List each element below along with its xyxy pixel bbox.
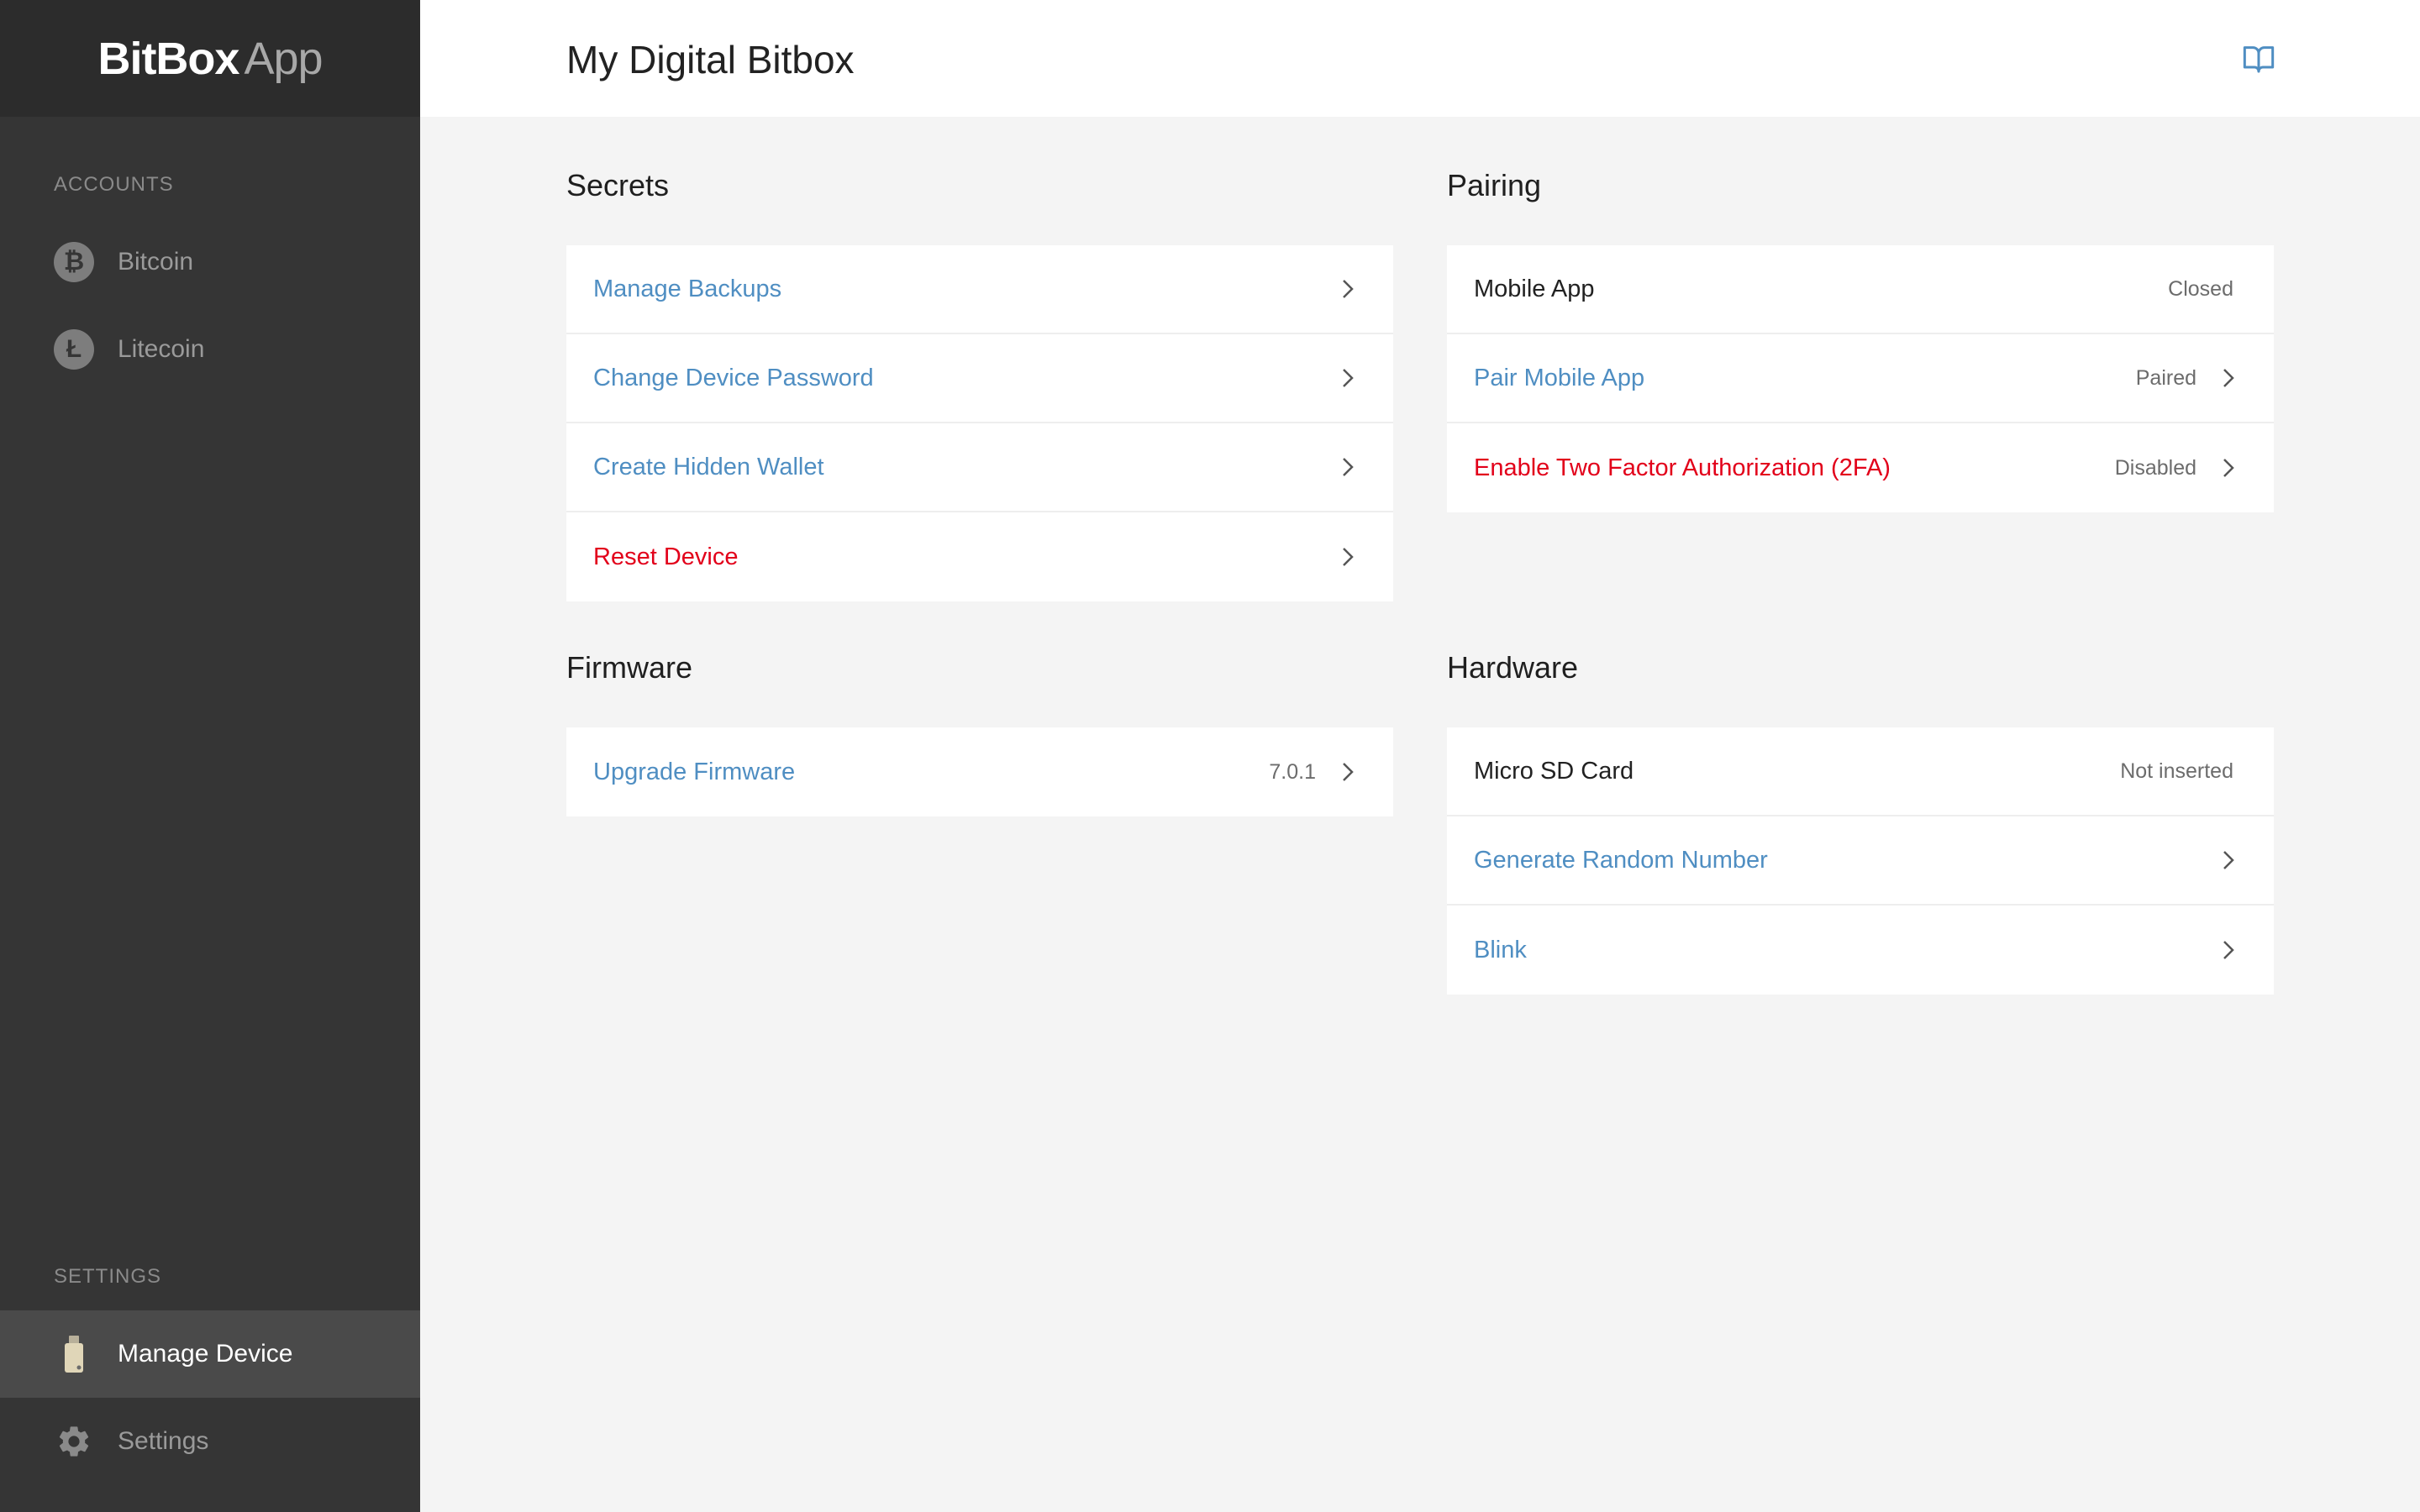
sidebar-item-settings[interactable]: Settings [0, 1398, 420, 1485]
row-label: Pair Mobile App [1474, 364, 1645, 391]
chevron-right-icon [1339, 455, 1356, 479]
hardware-card: Micro SD Card Not inserted Generate Rand… [1447, 727, 2274, 995]
row-label: Mobile App [1474, 275, 1595, 302]
firmware-card: Upgrade Firmware 7.0.1 [566, 727, 1393, 816]
upgrade-firmware-row[interactable]: Upgrade Firmware 7.0.1 [566, 727, 1393, 816]
pairing-section: Pairing Mobile App Closed Pair Mobile Ap… [1447, 168, 2274, 512]
generate-random-number-row[interactable]: Generate Random Number [1447, 816, 2274, 906]
sidebar-item-label: Settings [118, 1427, 209, 1455]
blink-row[interactable]: Blink [1447, 906, 2274, 995]
row-label: Change Device Password [593, 364, 874, 391]
row-label: Generate Random Number [1474, 846, 1768, 874]
manage-backups-row[interactable]: Manage Backups [566, 245, 1393, 334]
gear-icon [54, 1421, 94, 1462]
reset-device-row[interactable]: Reset Device [566, 512, 1393, 601]
row-label: Reset Device [593, 543, 739, 570]
row-label: Create Hidden Wallet [593, 453, 824, 480]
accounts-section-label: ACCOUNTS [54, 173, 174, 196]
secrets-card: Manage Backups Change Device Password Cr… [566, 245, 1393, 601]
firmware-version: 7.0.1 [1269, 759, 1316, 784]
row-label: Upgrade Firmware [593, 758, 796, 785]
create-hidden-wallet-row[interactable]: Create Hidden Wallet [566, 423, 1393, 512]
chevron-right-icon [2220, 938, 2237, 962]
section-title: Secrets [566, 168, 670, 202]
chevron-right-icon [2220, 456, 2237, 480]
settings-section-label: SETTINGS [54, 1265, 162, 1288]
row-label: Enable Two Factor Authorization (2FA) [1474, 454, 1891, 481]
change-password-row[interactable]: Change Device Password [566, 334, 1393, 423]
section-title: Hardware [1447, 650, 1579, 685]
page-header: My Digital Bitbox [420, 0, 2420, 117]
sidebar-item-label: Litecoin [118, 335, 205, 363]
pair-mobile-app-row[interactable]: Pair Mobile App Paired [1447, 334, 2274, 423]
litecoin-icon: Ł [54, 329, 94, 370]
pairing-card: Mobile App Closed Pair Mobile App Paired… [1447, 245, 2274, 512]
sidebar: BitBox App ACCOUNTS ₿ Bitcoin Ł Litecoin… [0, 0, 420, 1512]
mobile-app-row: Mobile App Closed [1447, 245, 2274, 334]
brand-suffix: App [244, 33, 323, 84]
status-value: Disabled [2114, 455, 2196, 480]
chevron-right-icon [1339, 760, 1356, 784]
row-label: Manage Backups [593, 275, 782, 302]
brand-name: BitBox [97, 33, 239, 84]
secrets-section: Secrets Manage Backups Change Device Pas… [566, 168, 1393, 601]
sidebar-item-manage-device[interactable]: Manage Device [0, 1310, 420, 1398]
row-label: Blink [1474, 936, 1527, 963]
enable-2fa-row[interactable]: Enable Two Factor Authorization (2FA) Di… [1447, 423, 2274, 512]
bitcoin-icon: ₿ [54, 242, 94, 282]
sidebar-item-label: Manage Device [118, 1340, 293, 1368]
sidebar-item-label: Bitcoin [118, 248, 194, 276]
section-title: Firmware [566, 650, 692, 685]
status-value: Paired [2135, 365, 2196, 390]
sidebar-item-bitcoin[interactable]: ₿ Bitcoin [0, 218, 420, 306]
hardware-section: Hardware Micro SD Card Not inserted Gene… [1447, 650, 2274, 995]
status-value: Not inserted [2120, 759, 2233, 783]
book-icon[interactable] [2242, 42, 2275, 76]
chevron-right-icon [2220, 848, 2237, 872]
page-title: My Digital Bitbox [566, 38, 855, 81]
sidebar-item-litecoin[interactable]: Ł Litecoin [0, 306, 420, 393]
usb-device-icon [54, 1334, 94, 1374]
chevron-right-icon [1339, 366, 1356, 390]
status-value: Closed [2168, 276, 2233, 301]
app-logo[interactable]: BitBox App [0, 0, 420, 117]
firmware-section: Firmware Upgrade Firmware 7.0.1 [566, 650, 1393, 816]
section-title: Pairing [1447, 168, 1542, 202]
chevron-right-icon [2220, 366, 2237, 390]
micro-sd-card-row: Micro SD Card Not inserted [1447, 727, 2274, 816]
chevron-right-icon [1339, 277, 1356, 301]
row-label: Micro SD Card [1474, 757, 1634, 785]
chevron-right-icon [1339, 545, 1356, 569]
